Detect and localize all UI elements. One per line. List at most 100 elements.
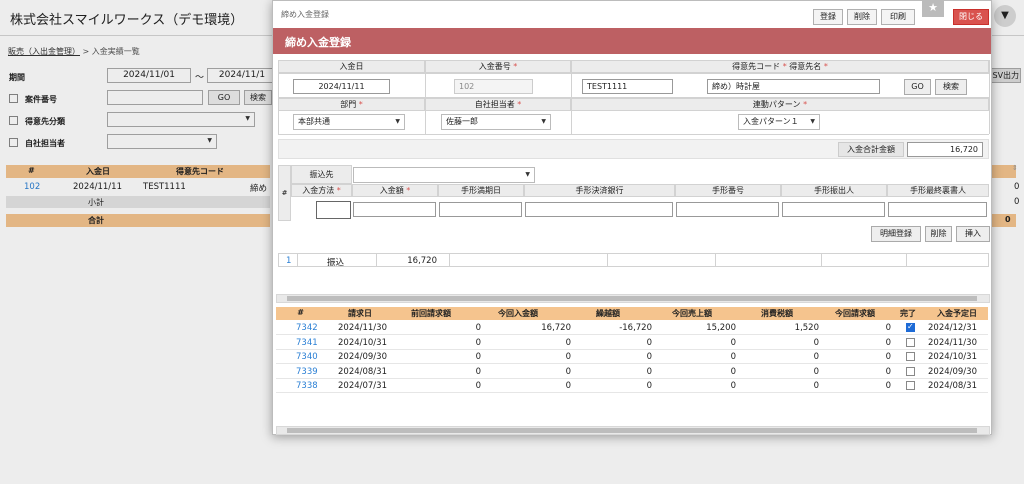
scroll-thumb[interactable]	[287, 296, 977, 301]
col-note-drawer: 手形振出人	[781, 184, 887, 197]
detail-row-method: 振込	[327, 258, 345, 268]
col-method: 入金方法 *	[291, 184, 352, 197]
res-cell-bill: 0	[885, 352, 891, 362]
res-col-due: 入金予定日	[937, 309, 977, 318]
detail-row-amount: 16,720	[407, 256, 437, 266]
detail-hash: #	[278, 165, 291, 221]
modal-window-title: 締め入金登録	[281, 10, 329, 19]
transfer-label: 振込先	[291, 165, 352, 184]
res-cell-carry: -16,720	[619, 323, 652, 333]
star-icon[interactable]: ★	[922, 0, 944, 17]
close-button[interactable]: 閉じる	[953, 9, 989, 25]
res-cell-no[interactable]: 7342	[296, 323, 318, 333]
table-row[interactable]: 7339 2024/08/31 0 0 0 0 0 0 2024/09/30	[276, 365, 988, 379]
detail-note-no-input[interactable]	[676, 202, 779, 217]
res-col-sales: 今回売上額	[672, 309, 712, 318]
dept-header: 部門 *	[278, 98, 425, 111]
print-button[interactable]: 印刷	[881, 9, 915, 25]
res-cell-carry: 0	[646, 366, 652, 377]
res-cell-tax: 0	[813, 337, 819, 348]
detail-row-no[interactable]: 1	[286, 256, 291, 266]
res-cell-due: 2024/10/31	[928, 352, 977, 362]
detail-row[interactable]: 1 振込 16,720	[278, 253, 989, 268]
table-row[interactable]: 7340 2024/09/30 0 0 0 0 0 0 2024/10/31	[276, 350, 988, 364]
done-checkbox[interactable]	[906, 337, 915, 347]
res-cell-no[interactable]: 7341	[296, 338, 318, 348]
res-cell-tax: 0	[813, 352, 819, 362]
dept-select[interactable]: 本部共通 ▼	[293, 114, 405, 130]
detail-amount-input[interactable]	[353, 202, 436, 217]
res-col-done: 完了	[900, 309, 916, 318]
res-cell-prev: 0	[475, 352, 481, 362]
staff-header: 自社担当者 *	[425, 98, 571, 111]
pattern-select[interactable]: 入金パターン１ ▼	[738, 114, 820, 130]
col-note-no: 手形番号	[675, 184, 781, 197]
res-cell-bill: 0	[885, 381, 891, 391]
res-col-carry: 繰越額	[596, 309, 620, 318]
total-amount: 16,720	[907, 142, 983, 157]
res-cell-carry: 0	[646, 381, 652, 391]
customer-go-button[interactable]: GO	[904, 79, 931, 95]
result-scrollbar[interactable]	[276, 426, 990, 435]
res-col-date: 請求日	[348, 309, 372, 318]
deposit-no-header: 入金番号 *	[425, 60, 571, 73]
table-row[interactable]: 7342 2024/11/30 0 16,720 -16,720 15,200 1,520 0…	[276, 321, 988, 335]
done-checkbox[interactable]	[906, 322, 915, 332]
res-cell-tax: 0	[813, 381, 819, 391]
deposit-date-input[interactable]: 2024/11/11	[293, 79, 390, 94]
deposit-date-header: 入金日	[278, 60, 425, 73]
res-cell-date: 2024/09/30	[338, 352, 387, 362]
res-cell-no[interactable]: 7340	[296, 352, 318, 362]
customer-search-button[interactable]: 検索	[935, 79, 967, 95]
customer-code-input[interactable]: TEST1111	[582, 79, 673, 94]
table-row[interactable]: 7341 2024/10/31 0 0 0 0 0 0 2024/11/30	[276, 336, 988, 350]
res-col-bill: 今回請求額	[835, 309, 875, 318]
res-cell-sales: 0	[730, 366, 736, 377]
res-col-paid: 今回入金額	[498, 309, 538, 318]
customer-name-input[interactable]: 締め）時計屋	[707, 79, 880, 94]
res-col-tax: 消費税額	[761, 309, 793, 318]
res-col-hash: #	[297, 308, 304, 317]
res-cell-bill: 0	[885, 366, 891, 377]
table-row[interactable]: 7338 2024/07/31 0 0 0 0 0 0 2024/08/31	[276, 379, 988, 393]
chevron-down-icon: ▼	[541, 118, 546, 125]
detail-due-input[interactable]	[439, 202, 522, 217]
detail-bank-input[interactable]	[525, 202, 673, 217]
deposit-no-input: 102	[454, 79, 533, 94]
modal-header-title: 締め入金登録	[285, 36, 351, 49]
res-cell-date: 2024/11/30	[338, 323, 387, 333]
detail-endorser-input[interactable]	[888, 202, 987, 217]
res-cell-no[interactable]: 7338	[296, 381, 318, 391]
done-checkbox[interactable]	[906, 352, 915, 361]
res-cell-prev: 0	[475, 337, 481, 348]
detail-drawer-input[interactable]	[782, 202, 885, 217]
res-cell-no[interactable]: 7339	[296, 367, 318, 377]
done-checkbox[interactable]	[906, 381, 915, 390]
detail-scrollbar[interactable]	[276, 294, 990, 303]
res-cell-paid: 0	[565, 337, 571, 348]
result-table-header: # 請求日 前回請求額 今回入金額 繰越額 今回売上額 消費税額 今回請求額 完…	[276, 307, 988, 320]
col-note-due: 手形満期日	[438, 184, 524, 197]
transfer-select[interactable]: ▼	[353, 167, 535, 183]
delete-button[interactable]: 削除	[847, 9, 877, 25]
res-cell-due: 2024/12/31	[928, 323, 977, 333]
res-cell-due: 2024/08/31	[928, 381, 977, 391]
total-label: 入金合計金額	[838, 142, 904, 157]
col-amount: 入金額 *	[352, 184, 438, 197]
done-checkbox[interactable]	[906, 366, 915, 376]
register-button[interactable]: 登録	[813, 9, 843, 25]
res-cell-sales: 0	[730, 381, 736, 391]
chevron-down-icon: ▼	[525, 171, 530, 178]
staff-select[interactable]: 佐藤一郎 ▼	[441, 114, 551, 130]
res-cell-paid: 0	[565, 352, 571, 362]
detail-method-input[interactable]	[316, 201, 351, 219]
detail-insert-button[interactable]: 挿入	[956, 226, 990, 242]
res-cell-sales: 0	[730, 337, 736, 348]
detail-register-button[interactable]: 明細登録	[871, 226, 921, 242]
res-cell-tax: 0	[813, 366, 819, 377]
res-cell-carry: 0	[646, 337, 652, 348]
deposit-modal: 締め入金登録 登録 削除 印刷 ★ 閉じる 締め入金登録 入金日 入金番号 * …	[272, 0, 992, 435]
res-cell-date: 2024/08/31	[338, 366, 387, 377]
detail-delete-button[interactable]: 削除	[925, 226, 952, 242]
scroll-thumb[interactable]	[287, 428, 977, 433]
